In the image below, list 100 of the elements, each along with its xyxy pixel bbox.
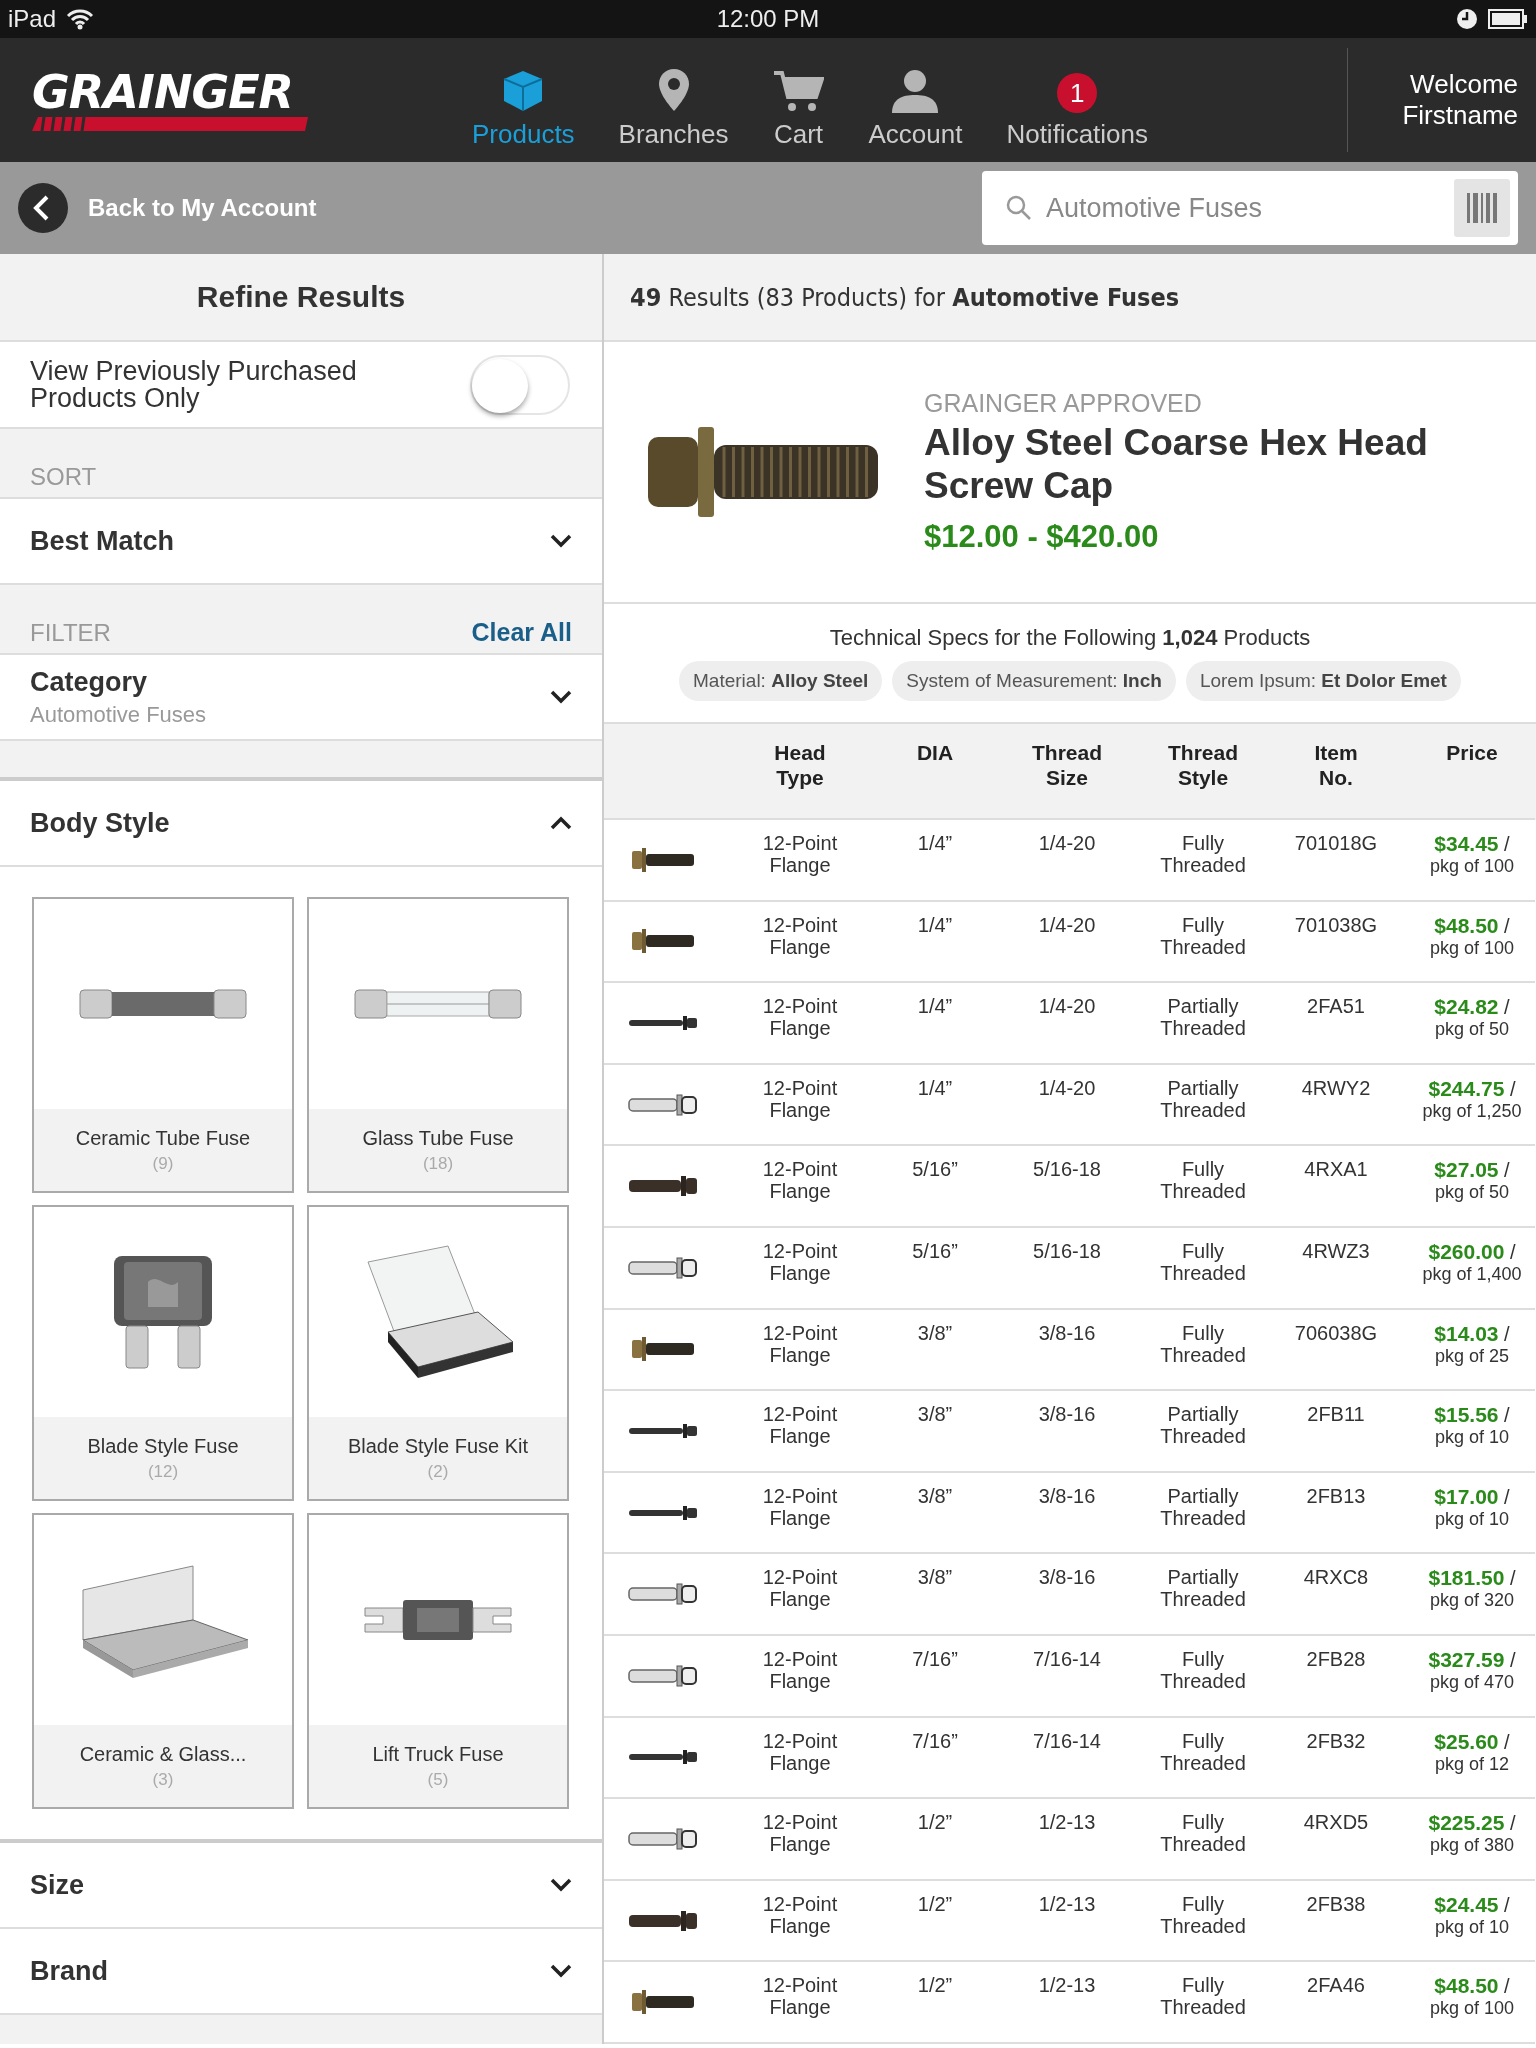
table-cell-text: Partially Threaded bbox=[1159, 1076, 1247, 1123]
toggle-label: View Previously Purchased Products Only bbox=[30, 357, 358, 412]
product-name[interactable]: Alloy Steel Coarse Hex Head Screw Cap bbox=[924, 421, 1444, 508]
table-cell-text: 5/16-18 bbox=[1033, 1158, 1101, 1183]
unit-price: $15.56 / bbox=[1434, 1403, 1510, 1427]
table-cell-text: Fully Threaded bbox=[1159, 1239, 1247, 1286]
barcode-scan-button[interactable] bbox=[1454, 179, 1510, 237]
price-range: $12.00 - $420.00 bbox=[924, 519, 1160, 556]
bolt-icon bbox=[626, 1908, 699, 1933]
table-cell-text: 3/8” bbox=[917, 1403, 953, 1428]
brand-logo[interactable]: GRAINGER bbox=[32, 69, 308, 131]
category-card[interactable]: Ceramic & Glass... (3) bbox=[32, 1513, 294, 1809]
unit-price: $24.45 / bbox=[1434, 1892, 1510, 1916]
table-cell-text: 1/2-13 bbox=[1038, 1892, 1096, 1917]
table-cell-text: Fully Threaded bbox=[1159, 832, 1247, 878]
package-size: pkg of 10 bbox=[1434, 1917, 1509, 1938]
chevron-up-icon[interactable] bbox=[550, 816, 572, 830]
table-cell-text: 12-Point Flange bbox=[761, 832, 839, 878]
table-cell-text: 12-Point Flange bbox=[761, 1484, 839, 1531]
table-cell-text: 4RXD5 bbox=[1303, 1811, 1369, 1836]
sort-dropdown[interactable]: Best Match bbox=[0, 499, 602, 585]
section-label: SORT bbox=[30, 463, 97, 491]
unit-price: $14.03 / bbox=[1434, 1321, 1510, 1345]
table-cell-text: 12-Point Flange bbox=[761, 913, 839, 960]
welcome-text[interactable]: Welcome Firstname bbox=[1388, 68, 1518, 132]
chevron-down-icon[interactable] bbox=[550, 1964, 572, 1978]
nav-tab[interactable]: Cart bbox=[750, 50, 847, 150]
card-count: (12) bbox=[147, 1461, 179, 1482]
table-cell-text: Fully Threaded bbox=[1159, 1729, 1247, 1776]
clock-icon bbox=[1456, 8, 1478, 30]
card-label: Blade Style Fuse Kit bbox=[347, 1434, 529, 1458]
chevron-down-icon[interactable] bbox=[550, 534, 572, 548]
clear-all-link[interactable]: Clear All bbox=[471, 618, 572, 647]
table-cell-text: Fully Threaded bbox=[1159, 1811, 1247, 1858]
card-count: (18) bbox=[422, 1153, 454, 1174]
table-cell-text: 3/8” bbox=[917, 1566, 953, 1591]
chevron-down-icon[interactable] bbox=[550, 690, 572, 704]
table-cell-text: Fully Threaded bbox=[1159, 1321, 1247, 1368]
table-cell-text: 1/4-20 bbox=[1038, 913, 1096, 938]
filter-heading[interactable]: Size bbox=[30, 1869, 85, 1901]
box-icon bbox=[502, 69, 545, 113]
bolt-icon bbox=[626, 1581, 699, 1608]
package-size: pkg of 50 bbox=[1434, 1020, 1509, 1041]
unit-price: $25.60 / bbox=[1434, 1729, 1510, 1753]
package-size: pkg of 12 bbox=[1434, 1754, 1509, 1775]
card-count: (2) bbox=[427, 1461, 449, 1482]
nav-tab[interactable]: Products bbox=[450, 50, 597, 150]
package-size: pkg of 1,400 bbox=[1422, 1265, 1522, 1285]
table-cell-text: 2FA51 bbox=[1307, 995, 1365, 1020]
category-card[interactable]: Blade Style Fuse Kit (2) bbox=[307, 1205, 569, 1501]
unit-price: $34.45 / bbox=[1434, 832, 1510, 856]
table-cell-text: 4RWZ3 bbox=[1302, 1239, 1370, 1264]
nav-tab[interactable]: Branches bbox=[596, 50, 751, 150]
table-cell-text: Fully Threaded bbox=[1159, 1158, 1247, 1205]
category-card[interactable]: Glass Tube Fuse (18) bbox=[307, 897, 569, 1193]
card-count: (5) bbox=[427, 1769, 449, 1790]
table-cell-text: 1/4” bbox=[917, 913, 953, 938]
table-cell-text: Fully Threaded bbox=[1159, 1892, 1247, 1939]
chevron-down-icon[interactable] bbox=[550, 1878, 572, 1892]
card-count: (3) bbox=[152, 1769, 174, 1790]
table-cell-text: 7/16” bbox=[912, 1647, 958, 1672]
device-name: iPad bbox=[8, 5, 57, 33]
table-cell-text: Partially Threaded bbox=[1159, 1566, 1247, 1613]
table-cell-text: 12-Point Flange bbox=[761, 1321, 839, 1368]
toggle-switch[interactable] bbox=[470, 354, 570, 415]
person-icon bbox=[890, 69, 941, 113]
cart-icon bbox=[772, 69, 825, 113]
card-label: Glass Tube Fuse bbox=[362, 1126, 514, 1150]
table-cell-text: 1/4-20 bbox=[1038, 995, 1096, 1020]
unit-price: $181.50 / bbox=[1428, 1566, 1516, 1590]
category-card[interactable]: Lift Truck Fuse (5) bbox=[307, 1513, 569, 1809]
search-icon bbox=[1006, 195, 1032, 221]
table-cell-text: 12-Point Flange bbox=[761, 1076, 839, 1123]
table-cell-text: Fully Threaded bbox=[1159, 913, 1247, 960]
table-cell-text: 1/2-13 bbox=[1038, 1811, 1096, 1836]
category-card[interactable]: Ceramic Tube Fuse (9) bbox=[32, 897, 294, 1193]
card-count: (9) bbox=[152, 1153, 174, 1174]
table-cell-text: 1/4” bbox=[917, 1076, 953, 1101]
card-label: Lift Truck Fuse bbox=[372, 1742, 504, 1766]
table-cell-text: 1/2” bbox=[917, 1974, 953, 1999]
package-size: pkg of 1,250 bbox=[1422, 1101, 1522, 1122]
table-cell-text: Partially Threaded bbox=[1159, 1403, 1247, 1450]
category-card[interactable]: Blade Style Fuse (12) bbox=[32, 1205, 294, 1501]
table-cell-text: Fully Threaded bbox=[1159, 1974, 1247, 2021]
table-cell-text: 4RWY2 bbox=[1301, 1076, 1371, 1101]
filter-dropdown[interactable]: Category Automotive Fuses bbox=[0, 655, 602, 741]
barcode-icon bbox=[1465, 191, 1499, 225]
table-cell-text: 5/16-18 bbox=[1033, 1239, 1101, 1264]
nav-tab[interactable]: Account bbox=[846, 50, 985, 150]
search-field[interactable]: Automotive Fuses bbox=[982, 171, 1518, 245]
filter-heading[interactable]: Body Style bbox=[30, 807, 170, 839]
unit-price: $48.50 / bbox=[1434, 913, 1510, 937]
specs-heading: Technical Specs for the Following 1,024 Products bbox=[829, 625, 1311, 651]
package-size: pkg of 10 bbox=[1434, 1509, 1509, 1530]
filter-heading[interactable]: Brand bbox=[30, 1955, 108, 1987]
table-cell-text: 12-Point Flange bbox=[761, 995, 839, 1042]
nav-tab[interactable]: 1 Notifications bbox=[984, 50, 1171, 150]
table-cell-text: 1/4-20 bbox=[1038, 1076, 1096, 1101]
table-cell-text: 12-Point Flange bbox=[761, 1566, 839, 1613]
wifi-icon bbox=[66, 8, 95, 30]
